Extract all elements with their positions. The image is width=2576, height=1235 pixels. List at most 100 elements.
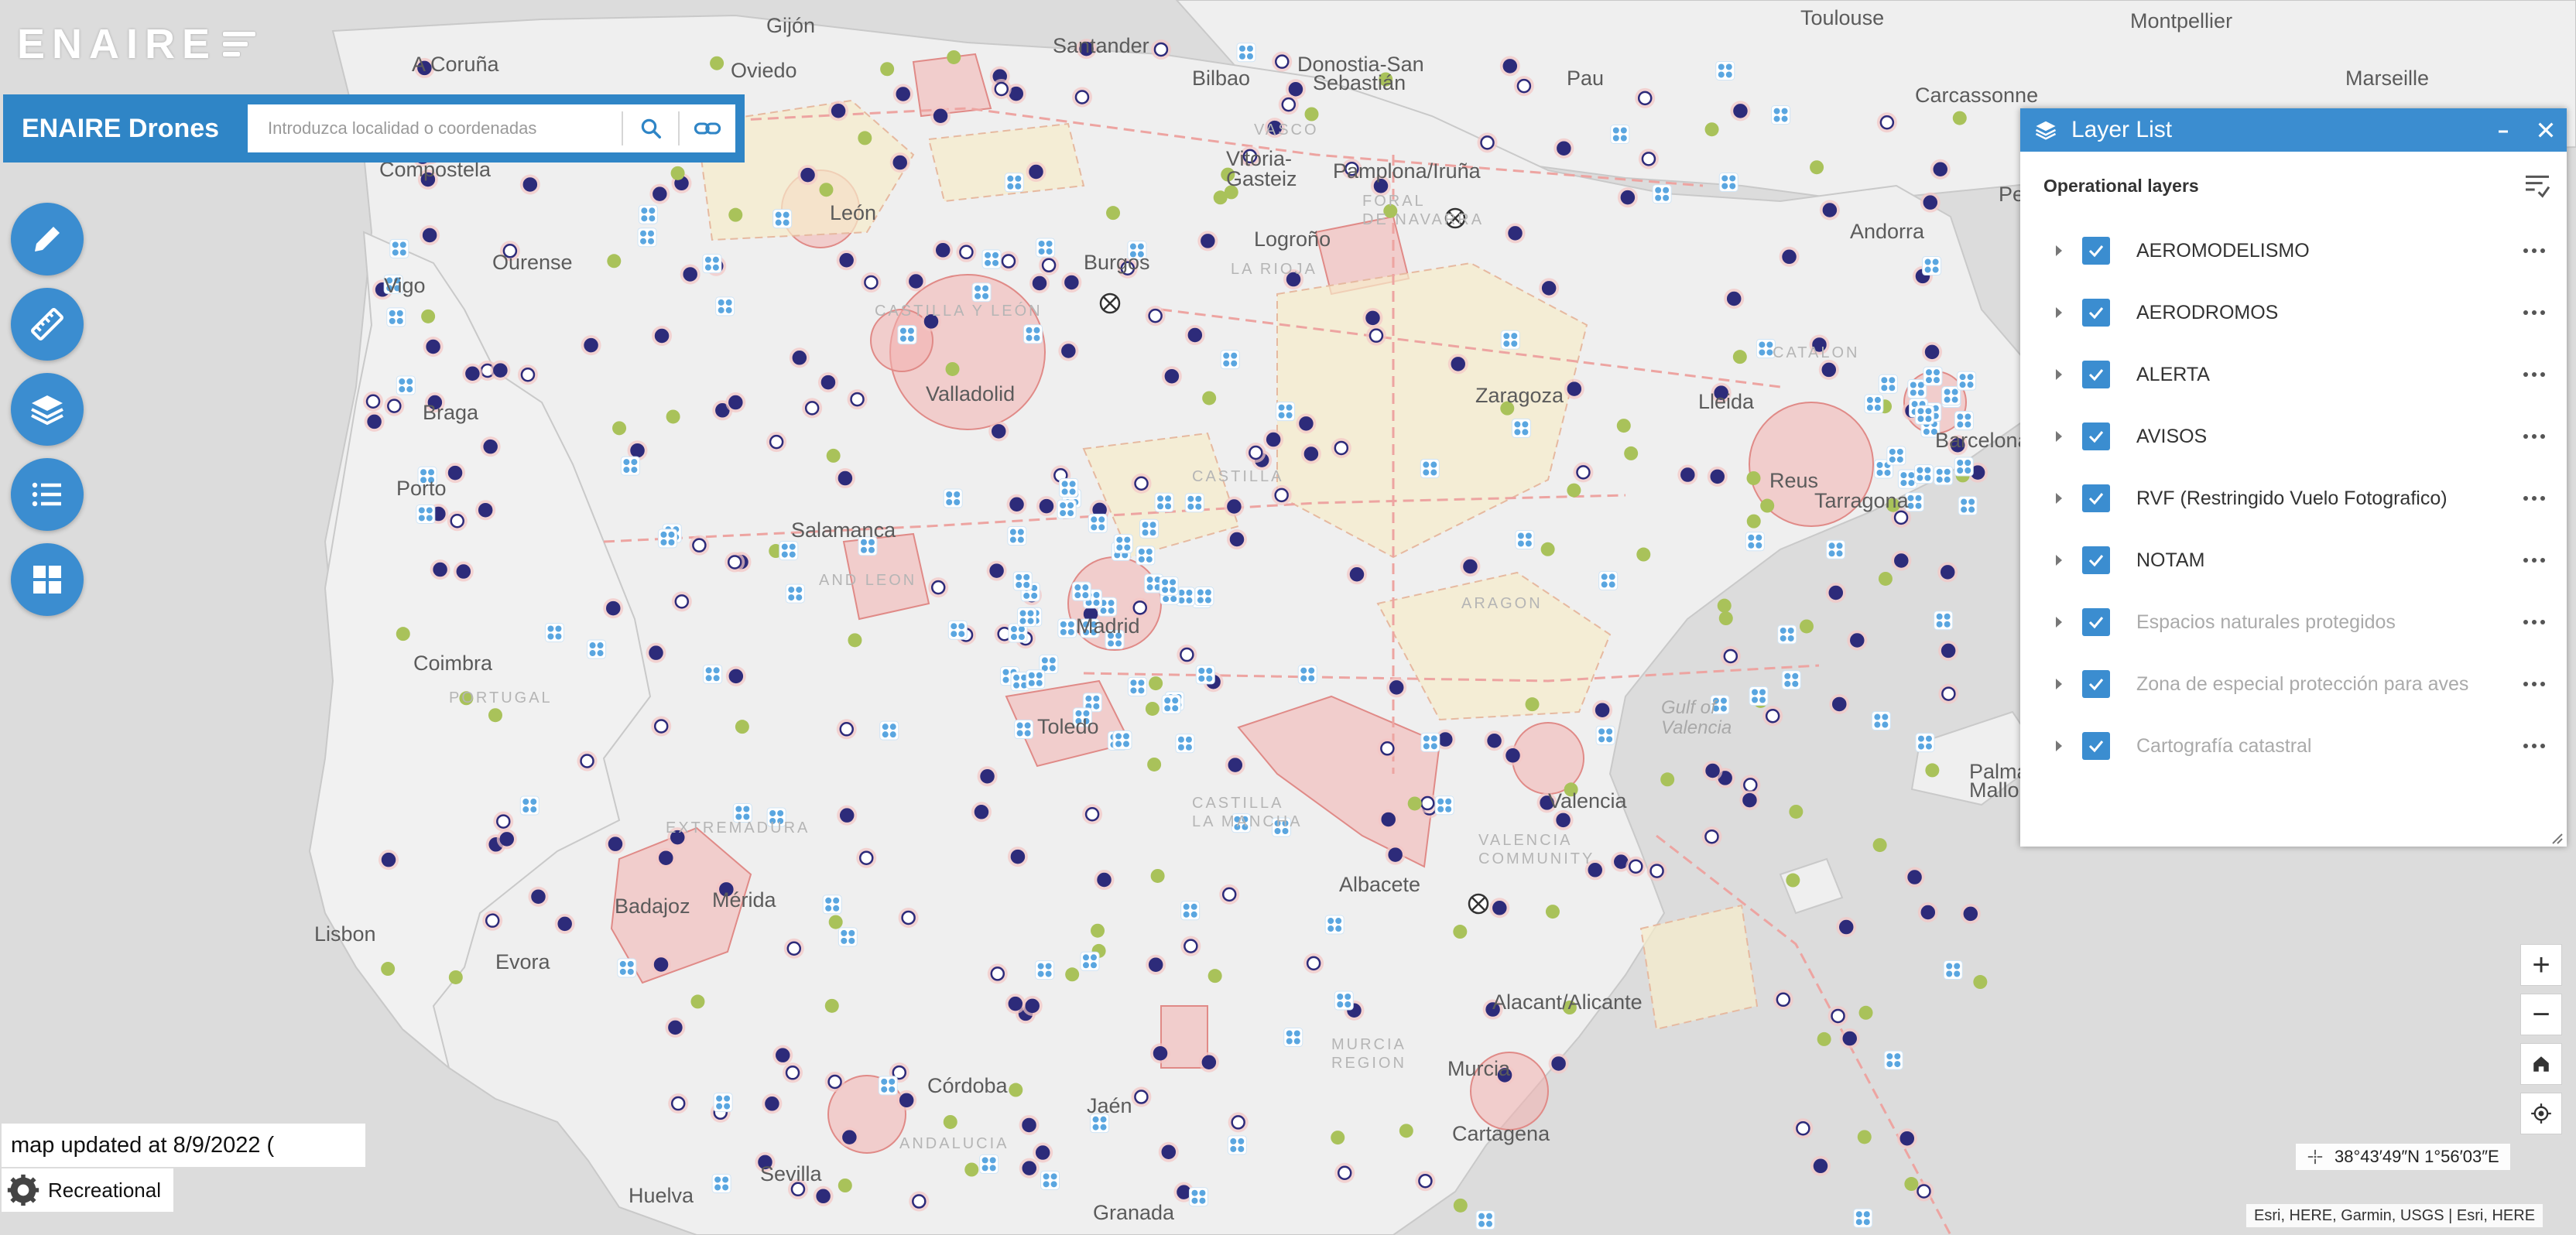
aerodrome-marker [1617,187,1638,208]
notam-marker [1099,292,1121,314]
drone-marker [838,927,858,947]
more-options-button[interactable] [2519,248,2550,253]
drone-marker [1715,60,1735,80]
aerodrome-marker [1573,462,1594,483]
aerodrome-marker [528,886,549,907]
aerodrome-marker [364,411,385,432]
layer-name: ALERTA [2136,363,2210,385]
more-options-button[interactable] [2519,372,2550,377]
aerodrome-marker [861,272,882,292]
filter-list-icon[interactable] [2522,170,2553,201]
layer-checkbox[interactable] [2082,299,2110,327]
aerodrome-marker [1828,1005,1848,1026]
expand-caret-icon[interactable] [2056,493,2062,504]
city-label: Vigo [384,274,426,297]
zoom-in-button[interactable]: + [2520,944,2562,986]
layer-row: AERODROMOS [2020,282,2567,344]
aerodrome-marker [1039,255,1060,275]
aeromodel-marker [1399,1124,1413,1138]
aerodrome-marker [789,347,810,368]
aerodrome-marker [1346,564,1367,585]
aerodrome-marker [797,165,818,186]
legend-tool-button[interactable] [11,458,84,531]
aerodrome-marker [363,391,384,412]
drone-marker [1475,1210,1495,1230]
layer-checkbox[interactable] [2082,422,2110,450]
share-link-button[interactable] [680,104,735,152]
drone-marker [1035,960,1055,980]
expand-caret-icon[interactable] [2056,555,2062,566]
more-options-button[interactable] [2519,558,2550,563]
aeromodel-marker [1973,975,1988,990]
aerodrome-marker [453,561,474,582]
aerodrome-marker [1019,1114,1040,1135]
aerodrome-marker [1891,550,1912,571]
drone-marker [1297,665,1317,685]
aerodrome-marker [420,224,440,245]
layer-checkbox[interactable] [2082,546,2110,574]
drone-marker [947,620,968,640]
drone-marker [1071,581,1091,601]
layers-icon [2035,121,2057,140]
aerodrome-marker [482,910,503,931]
region-label: LA MANCHA [1192,813,1303,830]
aeromodel-marker [1065,967,1080,982]
aeromodel-marker [1732,350,1747,364]
more-options-button[interactable] [2519,682,2550,686]
aerodrome-marker [1847,630,1868,651]
more-options-button[interactable] [2519,310,2550,315]
layer-checkbox[interactable] [2082,732,2110,760]
layer-checkbox[interactable] [2082,670,2110,698]
region-label: VASCO [1254,121,1319,139]
drone-marker [1334,990,1354,1011]
aerodrome-marker [1513,76,1534,97]
attribution: Esri, HERE, Garmin, USGS | Esri, HERE [2246,1204,2543,1227]
mode-label: Recreational [48,1178,161,1202]
aeromodel-marker [1952,111,1967,125]
aerodrome-marker [1447,354,1468,375]
city-label: Tarragona [1814,489,1910,512]
locate-button[interactable] [2520,1093,2562,1134]
aerodrome-marker [1026,161,1046,182]
layers-tool-button[interactable] [11,373,84,446]
city-label: Santander [1053,34,1149,57]
search-button[interactable] [623,104,679,152]
minimize-button[interactable] [2483,108,2525,152]
layer-checkbox[interactable] [2082,361,2110,388]
search-input[interactable] [248,106,622,151]
layer-checkbox[interactable] [2082,608,2110,636]
expand-caret-icon[interactable] [2056,741,2062,751]
aerodrome-marker [1460,556,1481,576]
expand-caret-icon[interactable] [2056,245,2062,256]
aeromodel-marker [945,361,960,376]
layer-checkbox[interactable] [2082,237,2110,265]
aeromodel-marker [1540,542,1555,556]
expand-caret-icon[interactable] [2056,307,2062,318]
drone-marker [1915,733,1935,753]
aerodrome-marker [988,421,1009,442]
expand-caret-icon[interactable] [2056,617,2062,628]
checkmark-icon [2088,245,2104,258]
drone-marker [1500,330,1520,350]
more-options-button[interactable] [2519,744,2550,748]
city-label: Toulouse [1800,6,1884,29]
expand-caret-icon[interactable] [2056,431,2062,442]
close-button[interactable] [2525,108,2567,152]
drone-marker [1012,571,1033,591]
operational-layers-header: Operational layers [2020,152,2567,220]
aeromodel-marker [1567,483,1581,498]
zoom-out-button[interactable]: − [2520,994,2562,1035]
more-options-button[interactable] [2519,620,2550,624]
expand-caret-icon[interactable] [2056,369,2062,380]
mode-selector[interactable]: Recreational [2,1168,173,1212]
measure-tool-button[interactable] [11,288,84,361]
basemap-tool-button[interactable] [11,543,84,616]
more-options-button[interactable] [2519,434,2550,439]
draw-tool-button[interactable] [11,203,84,275]
expand-caret-icon[interactable] [2056,679,2062,689]
more-options-button[interactable] [2519,496,2550,501]
resize-handle-icon[interactable] [2548,830,2564,845]
home-button[interactable] [2520,1043,2562,1085]
city-label: Albacete [1339,873,1420,896]
layer-checkbox[interactable] [2082,484,2110,512]
